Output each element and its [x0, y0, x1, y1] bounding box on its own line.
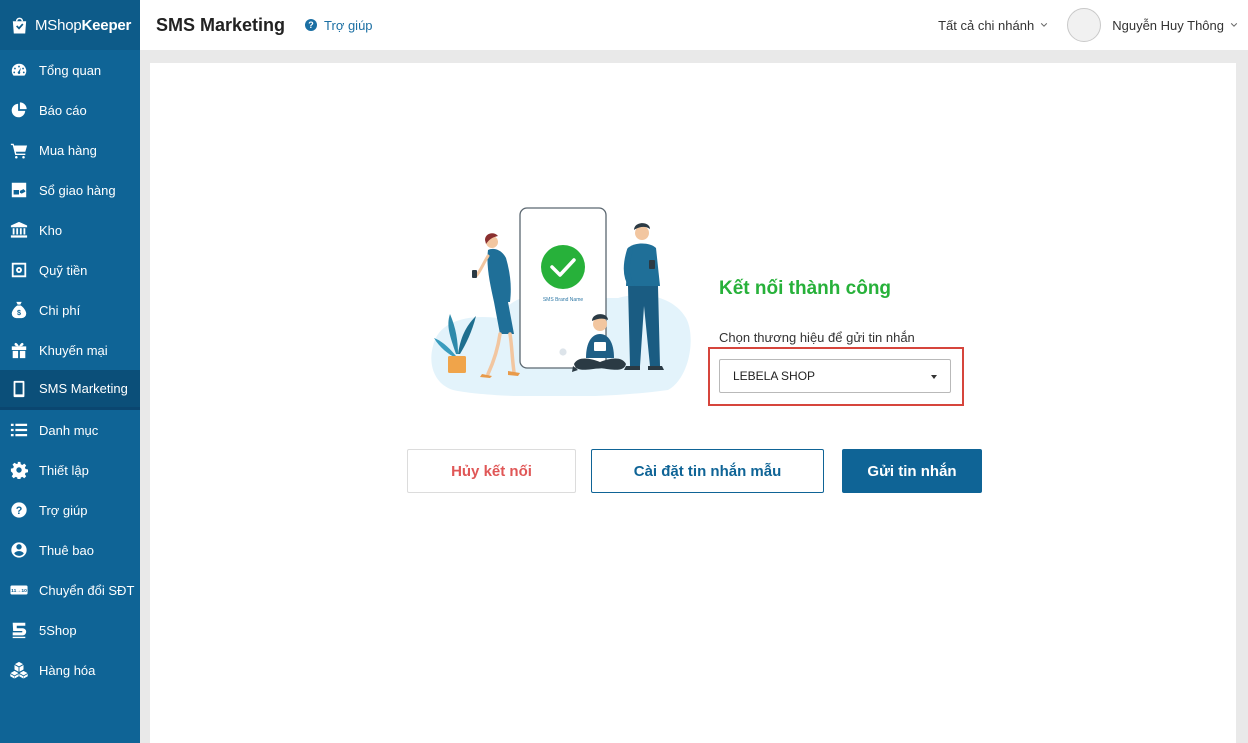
success-title: Kết nối thành công [719, 278, 892, 299]
sidebar-item-label: SMS Marketing [39, 381, 128, 396]
help-icon: ? [305, 19, 318, 31]
phone-icon [9, 379, 28, 398]
svg-text:$: $ [17, 308, 21, 317]
help-link-label: Trợ giúp [324, 17, 373, 33]
brand-select-value: LEBELA SHOP [733, 369, 816, 383]
boxes-icon [9, 661, 28, 680]
svg-text:?: ? [15, 505, 22, 517]
5shop-icon [9, 621, 28, 640]
sidebar-item-label: 5Shop [39, 622, 77, 638]
sidebar-item-tong-quan[interactable]: Tổng quan [0, 50, 140, 90]
user-name: Nguyễn Huy Thông [1112, 17, 1224, 33]
help-link[interactable]: ? Trợ giúp [305, 18, 373, 33]
sidebar-item-label: Hàng hóa [39, 662, 96, 678]
sidebar-item-tro-giup[interactable]: ? Trợ giúp [0, 490, 140, 530]
brand-select-label: Chọn thương hiệu để gửi tin nhắn [719, 330, 915, 345]
brand-name: MShopKeeper [35, 16, 132, 34]
sidebar-item-5shop[interactable]: 5Shop [0, 610, 140, 650]
pie-chart-icon [9, 101, 28, 120]
sidebar-item-kho[interactable]: Kho [0, 210, 140, 250]
template-settings-button[interactable]: Cài đặt tin nhắn mẫu [591, 449, 824, 493]
sidebar-item-sms-marketing[interactable]: SMS Marketing [0, 370, 140, 410]
branch-selector[interactable]: Tất cả chi nhánh [938, 18, 1048, 33]
disconnect-button[interactable]: Hủy kết nối [407, 449, 576, 493]
sidebar-item-khuyen-mai[interactable]: Khuyến mại [0, 330, 140, 370]
sidebar-item-label: Khuyến mại [39, 342, 108, 358]
top-header: SMS Marketing ? Trợ giúp Tất cả chi nhán… [140, 0, 1248, 50]
sidebar-item-label: Kho [39, 222, 63, 238]
user-menu[interactable]: Nguyễn Huy Thông [1112, 18, 1238, 33]
sidebar-item-label: Chi phí [39, 302, 81, 318]
shopping-bag-icon [12, 17, 27, 34]
sidebar: MShopKeeper Tổng quan Báo cáo Mua hàng S… [0, 0, 140, 743]
sidebar-item-label: Danh mục [39, 422, 99, 438]
send-message-button[interactable]: Gửi tin nhắn [842, 449, 982, 493]
phone-screen-text: SMS Brand Name [543, 297, 584, 303]
delivery-icon [9, 181, 28, 200]
sidebar-item-label: Trợ giúp [39, 502, 88, 518]
sidebar-item-label: Chuyển đổi SĐT [39, 582, 135, 598]
header-right: Tất cả chi nhánh Nguyễn Huy Thông [938, 8, 1248, 42]
sidebar-item-label: Báo cáo [39, 102, 87, 118]
sidebar-item-thue-bao[interactable]: Thuê bao [0, 530, 140, 570]
sidebar-item-label: Tổng quan [39, 62, 102, 78]
sidebar-item-mua-hang[interactable]: Mua hàng [0, 130, 140, 170]
sidebar-item-label: Quỹ tiền [39, 262, 88, 278]
avatar[interactable] [1067, 8, 1102, 42]
sidebar-item-label: Thiết lập [39, 462, 89, 478]
sidebar-nav: Tổng quan Báo cáo Mua hàng Sổ giao hàng … [0, 50, 140, 690]
user-icon [9, 541, 28, 560]
branch-label: Tất cả chi nhánh [938, 17, 1035, 33]
dashboard-icon [9, 61, 28, 80]
sidebar-item-hang-hoa[interactable]: Hàng hóa [0, 650, 140, 690]
convert-phone-icon: 11→10 [9, 581, 28, 600]
svg-text:11→10: 11→10 [11, 588, 27, 594]
sidebar-item-chuyen-doi-sdt[interactable]: 11→10 Chuyển đổi SĐT [0, 570, 140, 610]
sidebar-item-label: Mua hàng [39, 142, 97, 158]
page-title: SMS Marketing [156, 14, 286, 35]
cart-icon [9, 141, 28, 160]
brand-select[interactable]: LEBELA SHOP [719, 359, 951, 393]
sidebar-item-label: Thuê bao [39, 542, 94, 558]
chevron-down-icon [1041, 23, 1048, 27]
warehouse-icon [9, 221, 28, 240]
main-content: SMS Brand Name Kết nối thành công Chọn t… [150, 63, 1236, 743]
app-logo[interactable]: MShopKeeper [0, 0, 140, 50]
caret-down-icon [931, 375, 937, 379]
sidebar-item-thiet-lap[interactable]: Thiết lập [0, 450, 140, 490]
gear-icon [9, 461, 28, 480]
sidebar-item-quy-tien[interactable]: Quỹ tiền [0, 250, 140, 290]
safe-icon [9, 261, 28, 280]
sidebar-item-so-giao-hang[interactable]: Sổ giao hàng [0, 170, 140, 210]
sidebar-item-bao-cao[interactable]: Báo cáo [0, 90, 140, 130]
expense-icon: $ [9, 301, 28, 320]
connection-success-illustration: SMS Brand Name [431, 207, 691, 396]
gift-icon [9, 341, 28, 360]
question-icon: ? [9, 501, 28, 520]
sidebar-item-label: Sổ giao hàng [39, 182, 116, 198]
sidebar-item-danh-muc[interactable]: Danh mục [0, 410, 140, 450]
list-icon [9, 421, 28, 440]
chevron-down-icon [1230, 23, 1238, 27]
sidebar-item-chi-phi[interactable]: $ Chi phí [0, 290, 140, 330]
